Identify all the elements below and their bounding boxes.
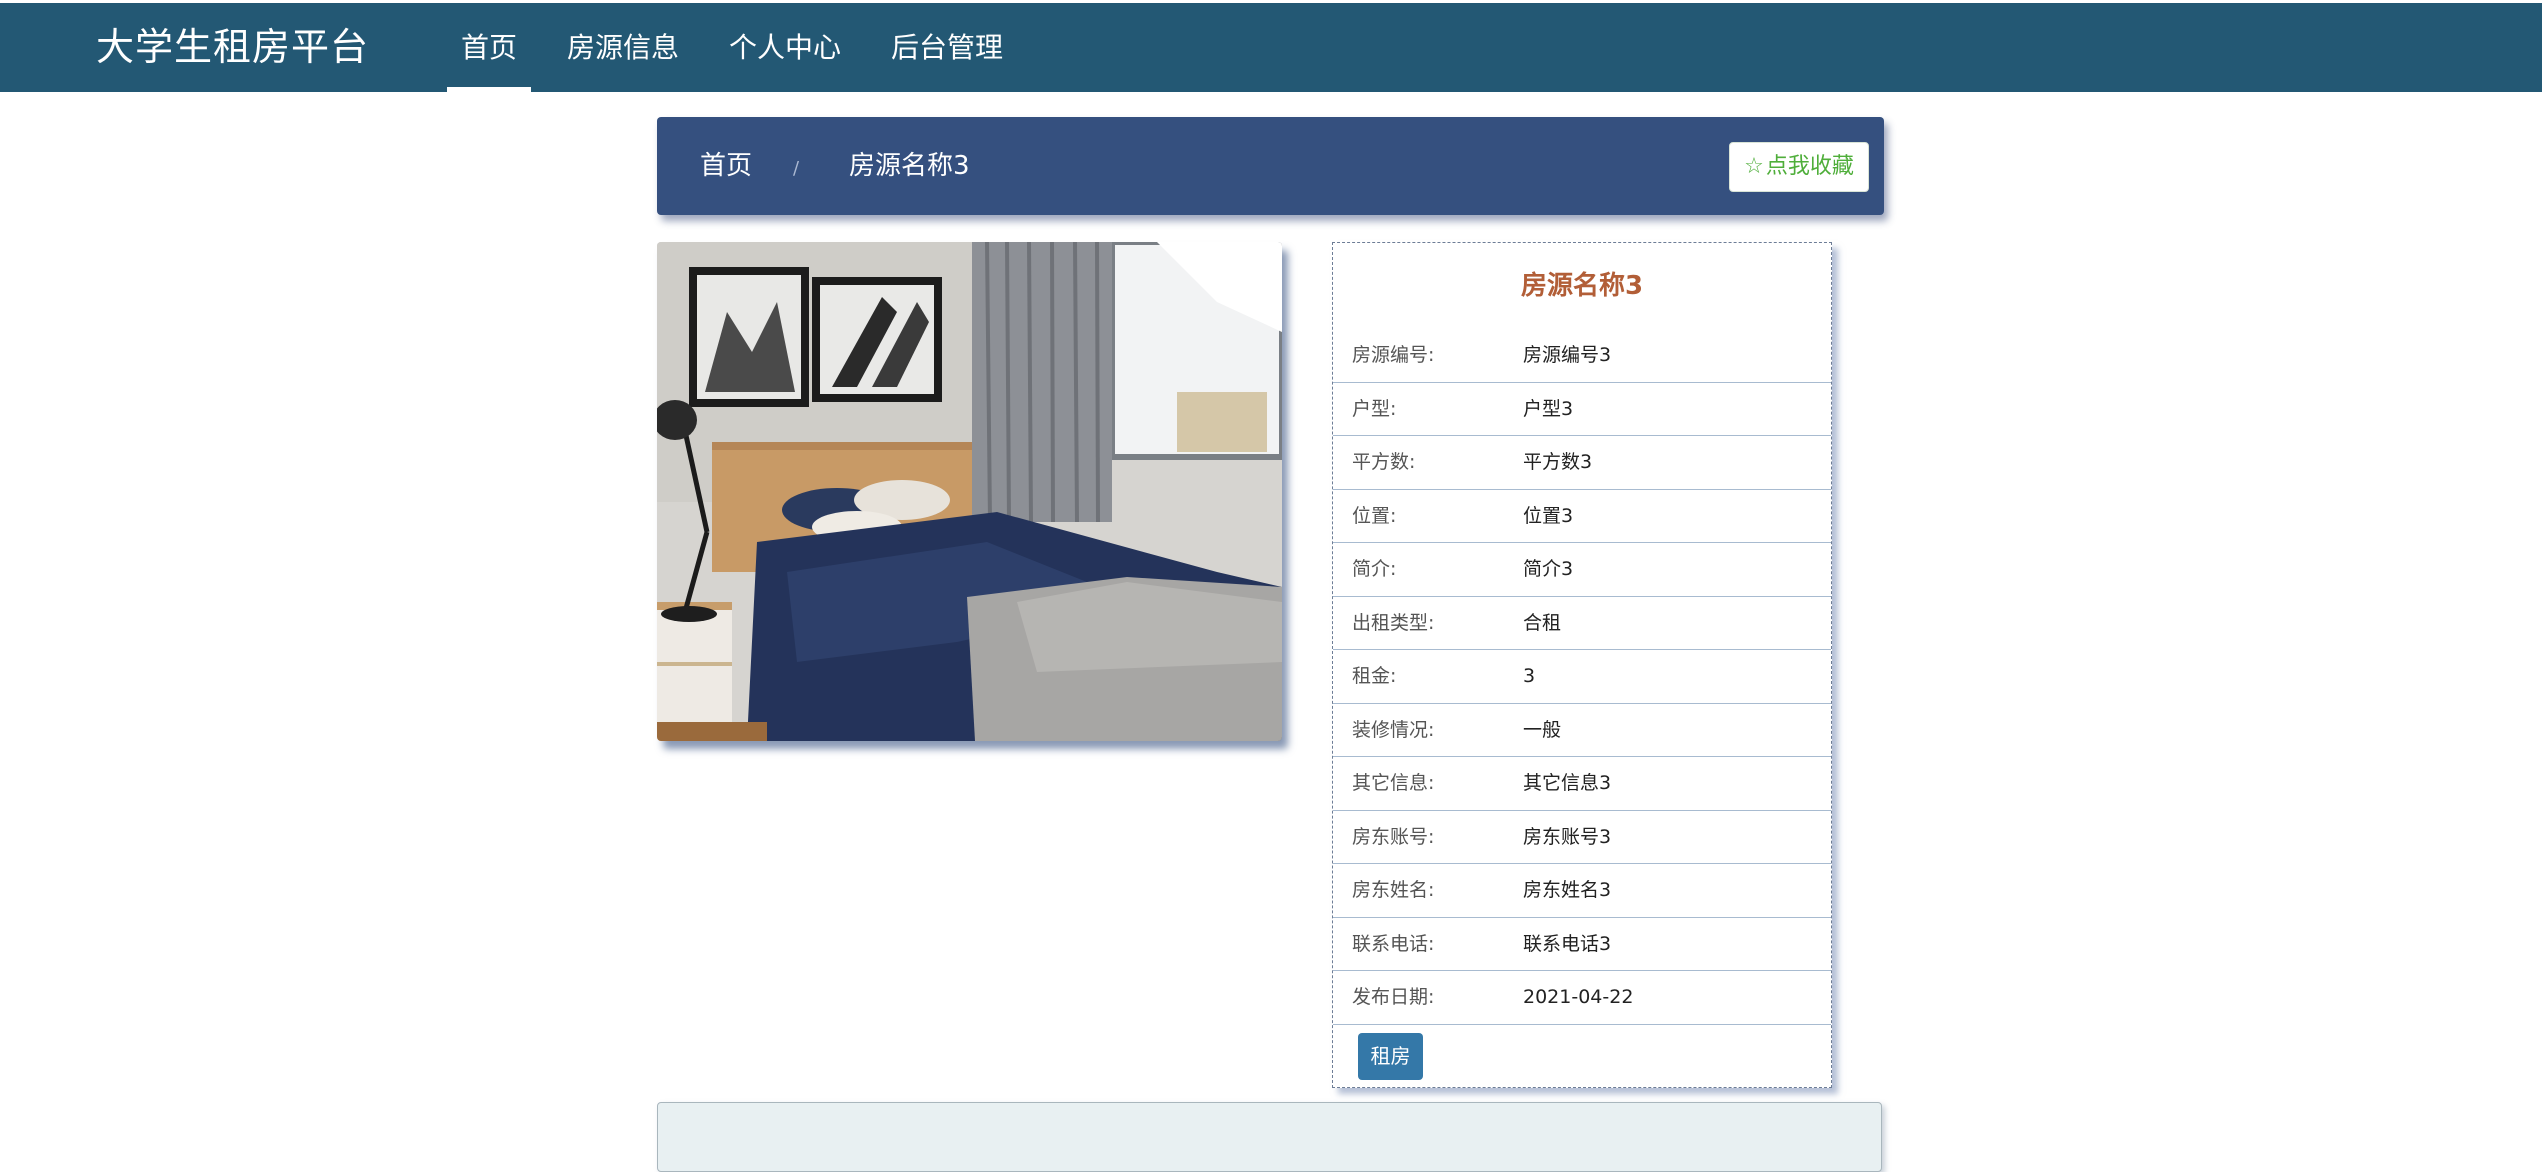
detail-key: 房东账号:: [1352, 825, 1435, 848]
detail-key: 发布日期:: [1352, 986, 1435, 1008]
detail-value: 简介3: [1523, 558, 1574, 580]
detail-key: 平方数:: [1352, 451, 1416, 473]
breadcrumb-home-link[interactable]: 首页: [700, 117, 752, 215]
breadcrumb-current: 房源名称3: [849, 151, 970, 181]
detail-rows: 房源编号: 房源编号3 户型: 户型3 平方数: 平方数3 位置: 位置3 简介: 简介3…: [1333, 329, 1831, 1025]
listing-detail-panel: 房源名称3 房源编号: 房源编号3 户型: 户型3 平方数: 平方数3 位置: 位置3 …: [1332, 242, 1832, 1088]
detail-value: 联系电话3: [1523, 932, 1612, 955]
detail-row-decoration: 装修情况: 一般: [1333, 704, 1831, 757]
detail-row-publish-date: 发布日期: 2021-04-22: [1333, 971, 1831, 1025]
detail-key: 联系电话:: [1352, 932, 1435, 955]
detail-row-layout: 户型: 户型3: [1333, 383, 1831, 436]
detail-key: 位置:: [1352, 504, 1397, 527]
detail-value: 房东姓名3: [1523, 879, 1612, 901]
listing-title: 房源名称3: [1520, 271, 1644, 301]
detail-value: 合租: [1523, 611, 1562, 634]
detail-key: 其它信息:: [1352, 772, 1435, 794]
top-navbar: 大学生租房平台 首页 房源信息 个人中心 后台管理: [0, 3, 2542, 92]
listing-photo[interactable]: [657, 242, 1282, 741]
detail-value: 一般: [1523, 718, 1562, 741]
detail-row-listing-id: 房源编号: 房源编号3: [1333, 329, 1831, 383]
detail-value: 2021-04-22: [1523, 986, 1634, 1008]
breadcrumb: 首页 / 房源名称3 ☆点我收藏: [657, 117, 1884, 215]
detail-key: 简介:: [1352, 558, 1397, 580]
nav-home[interactable]: 首页: [447, 3, 532, 92]
favorite-button-label: 点我收藏: [1765, 154, 1854, 179]
detail-row-rent-type: 出租类型: 合租: [1333, 597, 1831, 650]
detail-value: 平方数3: [1523, 451, 1593, 473]
detail-value: 户型3: [1523, 397, 1574, 420]
detail-row-landlord-account: 房东账号: 房东账号3: [1333, 811, 1831, 864]
detail-row-phone: 联系电话: 联系电话3: [1333, 918, 1831, 971]
favorite-button[interactable]: ☆点我收藏: [1729, 142, 1869, 192]
breadcrumb-separator: /: [793, 158, 800, 179]
detail-value: 位置3: [1523, 504, 1574, 527]
rent-button[interactable]: 租房: [1358, 1033, 1423, 1080]
bedroom-photo-icon: [657, 242, 1282, 741]
detail-row-rent: 租金: 3: [1333, 650, 1831, 704]
nav-profile[interactable]: 个人中心: [715, 3, 855, 92]
detail-row-intro: 简介: 简介3: [1333, 543, 1831, 597]
detail-value: 其它信息3: [1523, 772, 1612, 794]
nav-listings[interactable]: 房源信息: [553, 3, 693, 92]
detail-row-location: 位置: 位置3: [1333, 490, 1831, 543]
detail-key: 出租类型:: [1352, 611, 1435, 634]
detail-row-landlord-name: 房东姓名: 房东姓名3: [1333, 864, 1831, 918]
detail-key: 户型:: [1352, 397, 1397, 420]
detail-key: 装修情况:: [1352, 718, 1435, 741]
detail-key: 租金:: [1352, 665, 1397, 687]
detail-key: 房源编号:: [1352, 344, 1435, 366]
nav-links: 首页 房源信息 个人中心 后台管理: [447, 3, 1039, 92]
detail-row-area: 平方数: 平方数3: [1333, 436, 1831, 490]
detail-value: 3: [1523, 665, 1536, 687]
detail-value: 房源编号3: [1523, 344, 1612, 366]
detail-key: 房东姓名:: [1352, 879, 1435, 901]
star-outline-icon: ☆: [1744, 154, 1764, 179]
nav-admin[interactable]: 后台管理: [877, 3, 1017, 92]
detail-value: 房东账号3: [1523, 825, 1612, 848]
site-brand[interactable]: 大学生租房平台: [96, 3, 369, 92]
bottom-panel: [657, 1102, 1882, 1172]
detail-row-other-info: 其它信息: 其它信息3: [1333, 757, 1831, 811]
